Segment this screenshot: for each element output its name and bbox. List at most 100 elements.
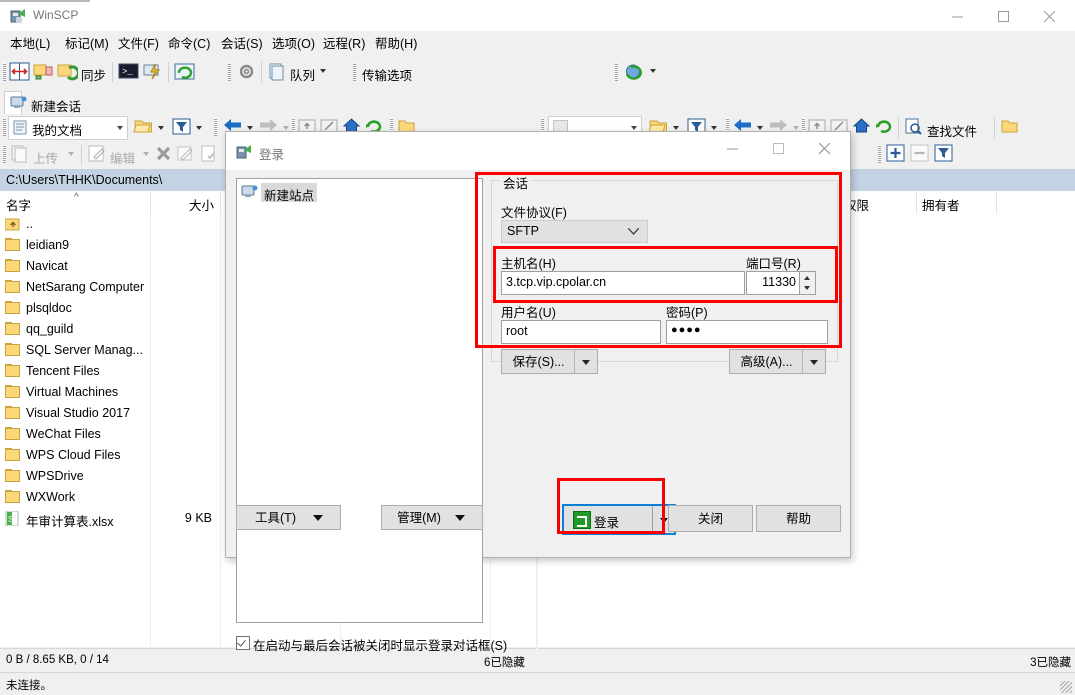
toolbar-grip-4[interactable] [615,63,618,81]
protocol-label: 文件协议(F) [501,206,567,220]
minimize-button[interactable] [937,0,983,31]
folder-icon [5,238,21,253]
file-name: WXWork [26,490,76,504]
local-toolbar-grip-2[interactable] [214,118,217,136]
terminal-icon[interactable]: >_ [118,61,140,84]
column-header-name[interactable]: 名字 ^ [0,191,151,214]
rename-icon[interactable] [176,143,198,166]
queue-label[interactable]: 队列 [290,65,315,84]
edit-icon[interactable] [87,143,109,166]
select-add-icon[interactable] [886,144,906,167]
folder-icon [5,448,21,463]
username-input[interactable]: root [501,320,661,344]
login-dialog-title: 登录 [259,148,285,162]
filter-icon[interactable] [171,116,193,139]
gear-icon[interactable] [236,61,258,84]
host-input[interactable]: 3.tcp.vip.cpolar.cn [501,271,745,295]
close-button[interactable] [1029,0,1075,31]
protocol-select[interactable]: SFTP [501,220,648,243]
queue-chevron-down-icon[interactable] [320,69,326,73]
column-header-size[interactable]: 大小 [150,191,221,214]
remote-new-folder-icon[interactable] [1000,116,1020,139]
tools-chevron-down-icon[interactable] [313,515,323,521]
login-dialog-minimize-button[interactable] [712,132,758,164]
upload-sync-icon[interactable] [33,61,55,84]
menu-bar: 本地(L) 标记(M) 文件(F) 命令(C) 会话(S) 选项(O) 远程(R… [0,31,1075,56]
remote-open-dir-chevron-down-icon[interactable] [673,126,679,130]
transfer-both-icon[interactable] [9,61,31,84]
menu-session[interactable]: 会话(S) [217,35,267,53]
menu-mark[interactable]: 标记(M) [61,35,113,53]
menu-file[interactable]: 文件(F) [114,35,163,53]
download-sync-icon[interactable] [57,61,80,84]
remote-home-icon[interactable] [852,116,872,139]
open-session-icon[interactable] [142,61,164,84]
login-button[interactable]: 登录 [562,504,676,535]
filter-chevron-down-icon[interactable] [196,126,202,130]
login-dialog-close-button[interactable] [804,132,850,164]
remote-path-chevron-down-icon[interactable] [631,126,637,130]
select-remove-icon[interactable] [910,144,930,167]
resize-grip-icon[interactable] [1060,681,1072,693]
open-directory-icon[interactable] [133,116,155,139]
properties-icon[interactable] [199,143,221,166]
advanced-button-dropdown[interactable] [802,350,825,373]
globe-chevron-down-icon[interactable] [650,69,656,73]
upload-icon[interactable] [9,143,31,166]
remote-refresh-icon[interactable] [874,116,894,139]
remote-toolbar-separator [898,118,899,138]
login-dialog-maximize-button[interactable] [758,132,804,164]
menu-options[interactable]: 选项(O) [268,35,319,53]
manage-chevron-down-icon[interactable] [455,515,465,521]
show-login-dialog-label: 在启动与最后会话被关闭时显示登录对话框(S) [253,639,508,653]
globe-refresh-icon[interactable] [623,61,645,84]
port-spinner[interactable] [799,271,816,295]
local-drive-chevron-down-icon[interactable] [117,126,123,130]
port-spinner-up-icon[interactable] [804,276,810,280]
toolbar-grip-3[interactable] [353,63,356,81]
delete-icon[interactable] [153,143,175,166]
find-files-icon[interactable] [904,116,924,139]
tab-new-session[interactable]: 新建会话 [4,91,81,116]
password-input[interactable]: ●●●● [666,320,828,344]
port-spinner-down-icon[interactable] [804,286,810,290]
folder-icon [5,490,21,505]
menu-command[interactable]: 命令(C) [164,35,214,53]
remote-filter-toggle-icon[interactable] [934,144,954,167]
file-toolbar-grip[interactable] [3,145,6,163]
column-header-size-label: 大小 [188,199,214,213]
remote-back-chevron-down-icon[interactable] [757,126,763,130]
refresh-session-icon[interactable] [174,61,196,84]
local-drive-combo[interactable]: 我的文档 [8,116,128,140]
remote-file-toolbar-grip[interactable] [878,145,881,163]
folder-icon [5,259,21,274]
save-button[interactable]: 保存(S)... [501,349,598,374]
remote-column-header-owner[interactable]: 拥有者 [916,191,997,214]
help-button[interactable]: 帮助 [756,505,841,532]
open-directory-chevron-down-icon[interactable] [158,126,164,130]
menu-remote[interactable]: 远程(R) [319,35,369,53]
save-button-dropdown[interactable] [574,350,597,373]
queue-icon[interactable] [266,61,288,84]
toolbar-separator-3 [261,62,262,82]
sync-label[interactable]: 同步 [81,65,106,84]
svg-text:>_: >_ [122,67,133,77]
site-tree[interactable]: 新建站点 [236,178,483,623]
session-tab-row: 新建会话 [0,89,1075,116]
toolbar-grip[interactable] [3,63,6,81]
find-files-label[interactable]: 查找文件 [927,121,977,140]
menu-local[interactable]: 本地(L) [6,35,54,53]
back-chevron-down-icon[interactable] [247,126,253,130]
host-label: 主机名(H) [501,257,556,271]
manage-button[interactable]: 管理(M) [381,505,483,530]
maximize-button[interactable] [983,0,1029,31]
toolbar-grip-2[interactable] [228,63,231,81]
file-name: leidian9 [26,238,70,252]
remote-filter-chevron-down-icon[interactable] [711,126,717,130]
close-dialog-button[interactable]: 关闭 [668,505,753,532]
username-value: root [506,324,528,338]
menu-help[interactable]: 帮助(H) [371,35,421,53]
tools-button[interactable]: 工具(T) [236,505,341,530]
local-toolbar-grip[interactable] [3,118,6,136]
advanced-button[interactable]: 高级(A)... [729,349,826,374]
